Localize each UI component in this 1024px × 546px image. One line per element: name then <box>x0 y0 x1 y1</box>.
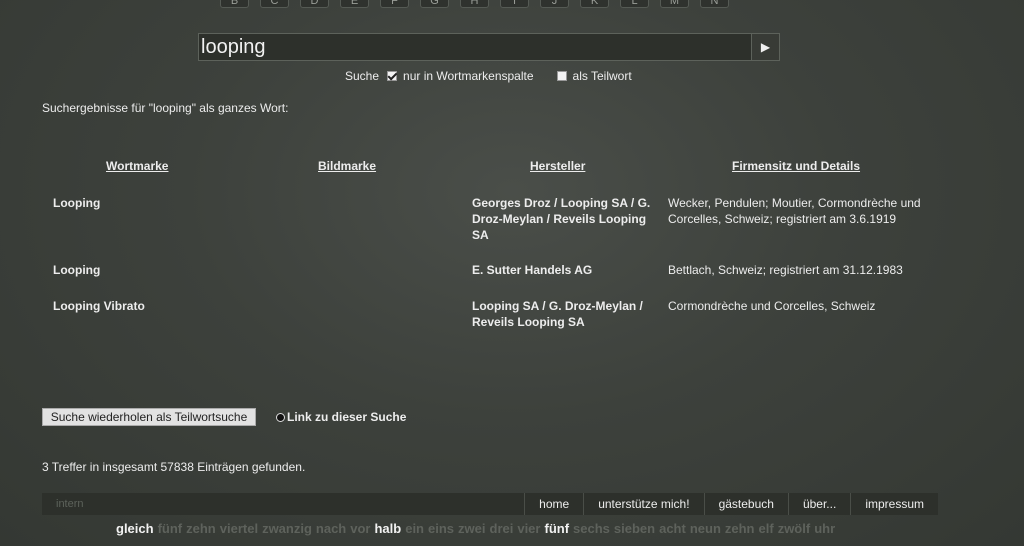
clock-word: fünf <box>544 521 570 536</box>
clock-word: neun <box>689 521 721 536</box>
letter-key[interactable]: M <box>660 0 689 8</box>
wortmarken-checkbox[interactable] <box>387 71 398 81</box>
clock-word: viertel <box>219 521 259 536</box>
clock-word: nach <box>315 521 347 536</box>
row-1-hersteller: Georges Droz / Looping SA / G. Droz-Meyl… <box>472 196 651 242</box>
row-1-details: Wecker, Pendulen; Moutier, Cormondrèche … <box>668 196 921 226</box>
row-2-hersteller: E. Sutter Handels AG <box>472 263 593 277</box>
letter-key[interactable]: H <box>460 0 489 8</box>
letter-key[interactable]: B <box>220 0 249 8</box>
row-3-details: Cormondrèche und Corcelles, Schweiz <box>668 299 876 313</box>
clock-word: zehn <box>724 521 755 536</box>
letter-key[interactable]: K <box>580 0 609 8</box>
footer-link-about[interactable]: über... <box>787 493 850 515</box>
clock-word: drei <box>489 521 514 536</box>
repeat-as-partial-search-button[interactable]: Suche wiederholen als Teilwortsuche <box>42 408 256 426</box>
clock-word: elf <box>758 521 774 536</box>
clock-word: eins <box>428 521 455 536</box>
clock-word: vor <box>350 521 371 536</box>
word-clock: gleich fünf zehn viertel zwanzig nach vor halb e… <box>116 521 839 536</box>
letter-key[interactable]: C <box>260 0 289 8</box>
column-header-bildmarke: Bildmarke <box>318 159 377 173</box>
row-2-details: Bettlach, Schweiz; registriert am 31.12.… <box>668 263 903 277</box>
clock-word: ein <box>405 521 425 536</box>
column-header-hersteller: Hersteller <box>530 159 586 173</box>
clock-word: halb <box>374 521 402 536</box>
column-header-wortmarke: Wortmarke <box>106 159 169 173</box>
clock-word: zwölf <box>777 521 811 536</box>
letter-key[interactable]: D <box>300 0 329 8</box>
letter-key[interactable]: N <box>700 0 729 8</box>
letter-key[interactable]: J <box>540 0 569 8</box>
clock-word: fünf <box>157 521 183 536</box>
clock-word: uhr <box>814 521 836 536</box>
letter-key[interactable]: F <box>380 0 409 8</box>
search-link-label: Link zu dieser Suche <box>287 410 407 424</box>
footer-link-support[interactable]: unterstütze mich! <box>583 493 703 515</box>
wortmarken-label: nur in Wortmarkenspalte <box>403 69 534 83</box>
clock-word: zehn <box>186 521 216 536</box>
teilwort-label: als Teilwort <box>572 69 632 83</box>
footer-intern-link[interactable]: intern <box>56 498 524 510</box>
teilwort-checkbox[interactable] <box>556 71 567 81</box>
clock-word: zwanzig <box>262 521 312 536</box>
footer-nav: intern home unterstütze mich! gästebuch … <box>42 493 938 515</box>
results-heading: Suchergebnisse für "looping" als ganzes … <box>42 101 289 115</box>
letter-key[interactable]: E <box>340 0 369 8</box>
footer-link-guestbook[interactable]: gästebuch <box>703 493 788 515</box>
row-3-wortmarke: Looping Vibrato <box>53 299 145 313</box>
search-submit-button[interactable]: ▶ <box>751 34 779 60</box>
letter-key[interactable]: L <box>620 0 649 8</box>
clock-word: zwei <box>458 521 486 536</box>
clock-word: sechs <box>573 521 610 536</box>
clock-word: acht <box>659 521 686 536</box>
clock-word: gleich <box>116 521 154 536</box>
clock-word: sieben <box>613 521 656 536</box>
search-box: ▶ <box>198 33 780 61</box>
result-count: 3 Treffer in insgesamt 57838 Einträgen g… <box>42 460 306 474</box>
column-header-details: Firmensitz und Details <box>732 159 861 173</box>
footer-link-impressum[interactable]: impressum <box>850 493 938 515</box>
search-link[interactable]: Link zu dieser Suche <box>276 410 406 424</box>
letter-key[interactable]: G <box>420 0 449 8</box>
row-2-wortmarke: Looping <box>53 263 101 277</box>
footer-link-home[interactable]: home <box>524 493 583 515</box>
alphabet-bar: B C D E F G H I J K L M N <box>220 0 729 8</box>
play-arrow-icon: ▶ <box>760 40 771 54</box>
clock-word: vier <box>517 521 541 536</box>
suche-label: Suche <box>345 69 380 83</box>
letter-key[interactable]: I <box>500 0 529 8</box>
link-circle-icon <box>276 412 285 422</box>
row-3-hersteller: Looping SA / G. Droz-Meylan / Reveils Lo… <box>472 299 643 329</box>
search-input[interactable] <box>199 34 751 60</box>
search-options: Suche nur in Wortmarkenspalte als Teilwo… <box>345 69 632 83</box>
row-1-wortmarke: Looping <box>53 196 101 210</box>
